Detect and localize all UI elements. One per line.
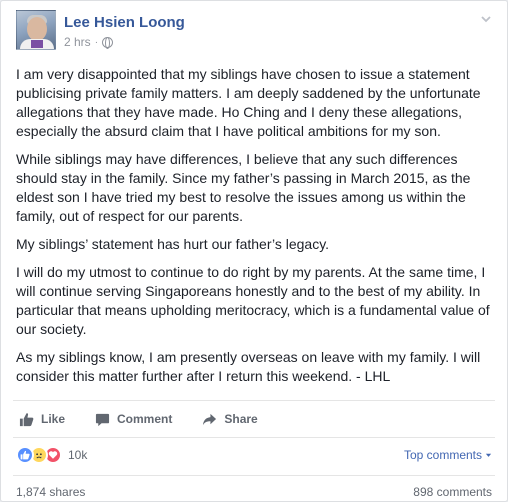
globe-icon[interactable] xyxy=(102,36,114,49)
post-meta: 2 hrs · xyxy=(64,35,114,49)
share-label: Share xyxy=(224,412,258,426)
avatar-collar xyxy=(31,40,43,48)
post-paragraph: As my siblings know, I am presently over… xyxy=(16,349,481,384)
shares-count[interactable]: 1,874 shares xyxy=(16,485,85,499)
post-paragraph: While siblings may have differences, I b… xyxy=(16,151,471,224)
top-comments-dropdown[interactable]: Top comments xyxy=(404,448,492,462)
like-button[interactable]: Like xyxy=(19,412,65,427)
share-button[interactable]: Share xyxy=(202,412,258,427)
thumbs-up-icon xyxy=(19,412,34,426)
separator-dot: · xyxy=(94,36,99,48)
chevron-down-icon[interactable] xyxy=(479,12,493,26)
post-paragraph: I will do my utmost to continue to do ri… xyxy=(16,264,490,337)
post-card: Lee Hsien Loong 2 hrs · I am very disapp… xyxy=(0,0,508,502)
like-reaction-icon xyxy=(16,446,34,464)
post-paragraph: I am very disappointed that my siblings … xyxy=(16,66,481,139)
divider xyxy=(13,475,495,476)
top-comments-label: Top comments xyxy=(403,448,482,462)
comments-count[interactable]: 898 comments xyxy=(413,485,492,499)
post-timestamp[interactable]: 2 hrs xyxy=(64,35,91,49)
post-header: Lee Hsien Loong 2 hrs · xyxy=(16,10,495,52)
author-avatar[interactable] xyxy=(16,10,56,50)
action-bar: Like Comment Share xyxy=(19,410,288,428)
post-paragraph: My siblings’ statement has hurt our fath… xyxy=(16,236,330,252)
post-body: I am very disappointed that my siblings … xyxy=(16,65,496,395)
caret-down-icon xyxy=(485,453,492,457)
reaction-summary[interactable]: 10k xyxy=(16,446,87,464)
author-name[interactable]: Lee Hsien Loong xyxy=(64,14,185,31)
comment-label: Comment xyxy=(117,412,173,426)
comment-icon xyxy=(95,413,110,426)
divider xyxy=(13,437,495,438)
comment-button[interactable]: Comment xyxy=(95,412,172,427)
like-label: Like xyxy=(41,412,66,426)
avatar-face xyxy=(27,17,47,41)
share-icon xyxy=(203,413,217,425)
divider xyxy=(13,400,495,401)
reaction-count: 10k xyxy=(68,448,88,462)
